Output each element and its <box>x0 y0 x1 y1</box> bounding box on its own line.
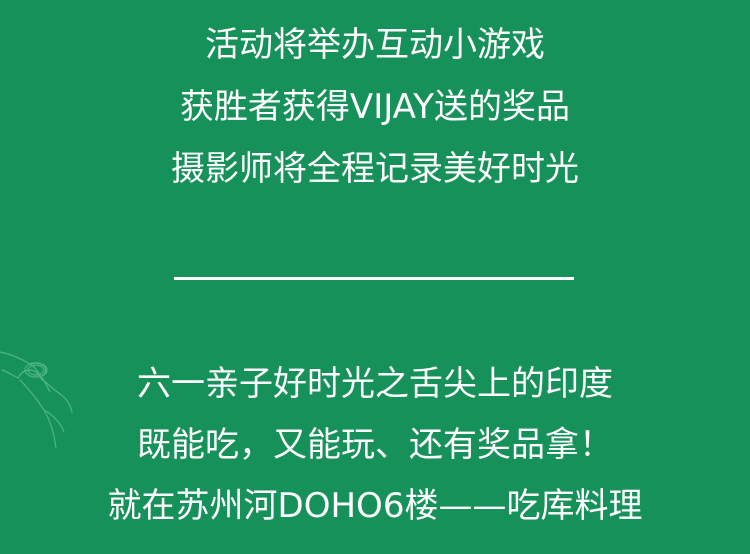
event-line-1: 六一亲子好时光之舌尖上的印度 <box>137 364 613 404</box>
event-line-2: 既能吃，又能玩、还有奖品拿！ <box>137 425 613 465</box>
section-divider <box>174 277 574 280</box>
event-line-3: 就在苏州河DOHO6楼——吃库料理 <box>107 486 643 526</box>
intro-line-2: 获胜者获得VIJAY送的奖品 <box>179 87 571 127</box>
intro-line-1: 活动将举办互动小游戏 <box>205 25 545 65</box>
intro-line-3: 摄影师将全程记录美好时光 <box>171 149 579 189</box>
